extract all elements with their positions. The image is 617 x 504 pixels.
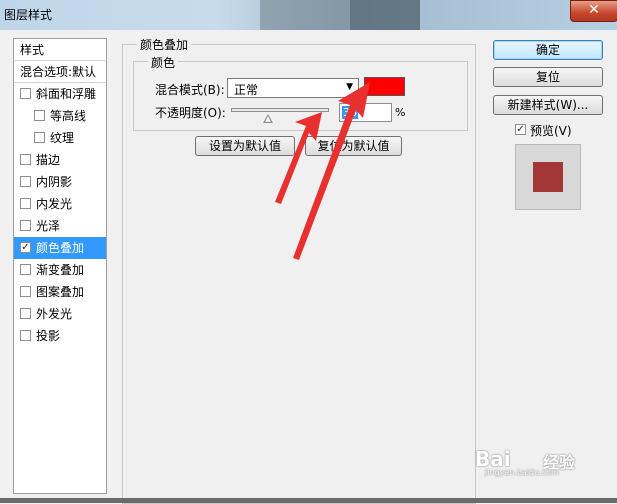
title-bar: 图层样式 ✕ [0, 0, 617, 30]
style-item[interactable]: ✓ 颜色叠加 [14, 237, 106, 259]
style-list: 样式 混合选项:默认 斜面和浮雕等高线纹理描边内阴影内发光光泽 ✓ 颜色叠加渐变叠加… [13, 38, 107, 494]
style-checkbox[interactable] [20, 176, 31, 187]
style-checkbox[interactable] [20, 88, 31, 99]
preview-label: 预览(V) [530, 124, 572, 138]
style-item-label: 投影 [36, 329, 61, 343]
layer-style-dialog: 样式 混合选项:默认 斜面和浮雕等高线纹理描边内阴影内发光光泽 ✓ 颜色叠加渐变叠加… [0, 30, 617, 504]
style-checkbox[interactable] [20, 220, 31, 231]
style-checkbox[interactable] [20, 198, 31, 209]
ok-button[interactable]: 确定 [493, 40, 603, 60]
style-checkbox[interactable] [34, 132, 45, 143]
reset-button[interactable]: 复位 [493, 67, 603, 87]
style-checkbox[interactable] [20, 154, 31, 165]
opacity-input[interactable]: 38 [339, 103, 392, 122]
style-item-label: 内发光 [36, 197, 73, 211]
group-title: 颜色叠加 [137, 36, 192, 53]
style-item[interactable]: 渐变叠加 [14, 259, 106, 281]
style-checkbox[interactable] [20, 308, 31, 319]
background-strip [0, 498, 617, 503]
style-checkbox[interactable] [20, 330, 31, 341]
set-default-button[interactable]: 设置为默认值 [195, 136, 295, 156]
style-item-label: 等高线 [50, 109, 87, 123]
subgroup-title: 颜色 [148, 54, 179, 71]
style-item-label: 纹理 [50, 131, 75, 145]
style-item[interactable]: 内发光 [14, 193, 106, 215]
style-item-label: 颜色叠加 [36, 241, 85, 255]
blend-mode-select[interactable]: 正常 ▼ [227, 78, 359, 98]
close-button[interactable]: ✕ [570, 0, 617, 22]
blend-mode-label: 混合模式(B): [155, 83, 225, 97]
style-item-label: 内阴影 [36, 175, 73, 189]
style-item-label: 外发光 [36, 307, 73, 321]
style-item[interactable]: 斜面和浮雕 [14, 83, 106, 105]
background-blur [350, 0, 420, 30]
style-list-header[interactable]: 样式 [14, 39, 106, 61]
style-checkbox[interactable] [34, 110, 45, 121]
style-item-label: 光泽 [36, 219, 61, 233]
percent-sign: % [395, 106, 406, 119]
style-checkbox[interactable] [20, 286, 31, 297]
window-title: 图层样式 [4, 8, 53, 22]
style-item[interactable]: 图案叠加 [14, 281, 106, 303]
opacity-slider-track[interactable] [231, 108, 329, 112]
opacity-label: 不透明度(O): [155, 106, 226, 120]
style-item-label: 斜面和浮雕 [36, 87, 97, 101]
dropdown-arrow-icon: ▼ [346, 82, 353, 92]
overlay-color-swatch[interactable] [364, 77, 405, 96]
opacity-value: 38 [342, 106, 358, 119]
watermark-url: jingyan.baidu.com [485, 468, 559, 477]
style-preview [515, 144, 581, 210]
style-item[interactable]: 外发光 [14, 303, 106, 325]
baidu-watermark: Bai 经验 jingyan.baidu.com [475, 447, 615, 477]
style-item[interactable]: 内阴影 [14, 171, 106, 193]
style-item[interactable]: 投影 [14, 325, 106, 347]
new-style-button[interactable]: 新建样式(W)... [493, 95, 603, 115]
blend-options-item[interactable]: 混合选项:默认 [14, 61, 106, 83]
close-icon: ✕ [588, 2, 600, 18]
opacity-slider-thumb-face [265, 116, 272, 122]
style-checkbox[interactable] [20, 264, 31, 275]
reset-default-button[interactable]: 复位为默认值 [305, 136, 402, 156]
blend-mode-value: 正常 [234, 83, 259, 97]
style-item-label: 描边 [36, 153, 61, 167]
preview-swatch [533, 162, 563, 192]
preview-checkbox[interactable]: ✓ [515, 124, 526, 135]
style-item[interactable]: 等高线 [14, 105, 106, 127]
style-checkbox[interactable]: ✓ [20, 242, 31, 253]
style-item-label: 图案叠加 [36, 285, 85, 299]
style-item[interactable]: 光泽 [14, 215, 106, 237]
style-item[interactable]: 纹理 [14, 127, 106, 149]
style-item[interactable]: 描边 [14, 149, 106, 171]
background-blur [260, 0, 350, 30]
style-item-label: 渐变叠加 [36, 263, 85, 277]
